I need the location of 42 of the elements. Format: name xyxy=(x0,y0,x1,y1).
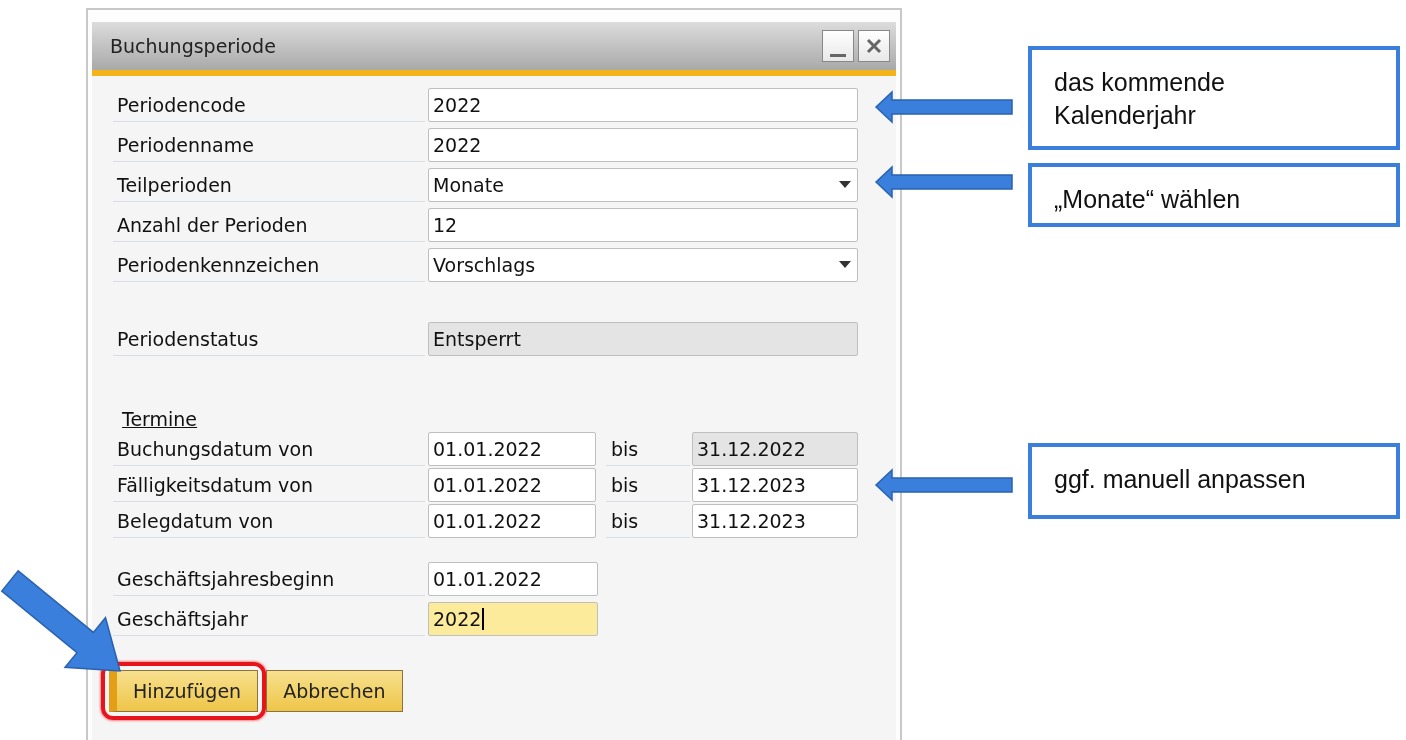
field-label: Geschäftsjahresbeginn xyxy=(113,562,425,596)
caret-icon xyxy=(839,181,851,189)
field-label: Geschäftsjahr xyxy=(113,602,425,636)
input-field[interactable]: 2022 xyxy=(428,602,598,636)
date-field[interactable]: 31.12.2023 xyxy=(692,504,858,538)
arrow-icon xyxy=(874,165,1014,199)
minimize-icon xyxy=(830,53,846,57)
date-field[interactable]: 01.01.2022 xyxy=(428,432,596,466)
arrow-icon xyxy=(874,90,1014,124)
add-button[interactable]: Hinzufügen xyxy=(109,670,259,712)
caret-icon xyxy=(839,261,851,269)
arrow-icon xyxy=(874,468,1014,502)
field-label: Periodenname xyxy=(113,128,425,162)
field-label: Fälligkeitsdatum von xyxy=(113,468,425,502)
date-field[interactable]: 01.01.2022 xyxy=(428,468,596,502)
date-field[interactable]: 31.12.2023 xyxy=(692,468,858,502)
window-title: Buchungsperiode xyxy=(110,35,276,57)
input-field[interactable]: 01.01.2022 xyxy=(428,562,598,596)
callout-box: „Monate“ wählen xyxy=(1028,163,1400,227)
input-field[interactable]: 2022 xyxy=(428,88,858,122)
field-label: Periodenkennzeichen xyxy=(113,248,425,282)
close-button[interactable] xyxy=(858,30,890,62)
range-label: bis xyxy=(606,504,690,538)
dropdown-field[interactable]: Monate xyxy=(428,168,858,202)
input-field[interactable]: 12 xyxy=(428,208,858,242)
input-field[interactable]: 2022 xyxy=(428,128,858,162)
field-label: Anzahl der Perioden xyxy=(113,208,425,242)
date-field[interactable]: 01.01.2022 xyxy=(428,504,596,538)
callout-box: das kommende Kalenderjahr xyxy=(1028,46,1400,150)
field-label: Buchungsdatum von xyxy=(113,432,425,466)
field-label: Belegdatum von xyxy=(113,504,425,538)
field-label: Periodenstatus xyxy=(113,322,425,356)
callout-box: ggf. manuell anpassen xyxy=(1028,443,1400,519)
dropdown-field[interactable]: Vorschlags xyxy=(428,248,858,282)
range-label: bis xyxy=(606,468,690,502)
cancel-button[interactable]: Abbrechen xyxy=(266,670,403,712)
minimize-button[interactable] xyxy=(822,30,854,62)
field-label: Teilperioden xyxy=(113,168,425,202)
field-label: Periodencode xyxy=(113,88,425,122)
section-heading: Termine xyxy=(122,408,198,430)
close-icon xyxy=(864,36,884,56)
range-label: bis xyxy=(606,432,690,466)
